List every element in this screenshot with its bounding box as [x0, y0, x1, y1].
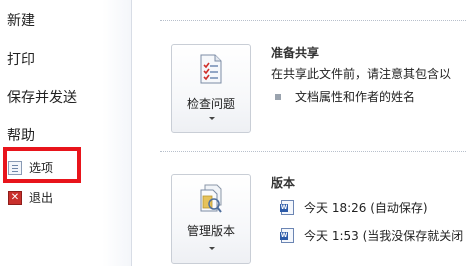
- nav-item-exit[interactable]: ✕ 退出: [8, 189, 53, 206]
- prepare-sharing-bullet: 文档属性和作者的姓名: [275, 88, 415, 105]
- exit-icon: ✕: [8, 190, 22, 205]
- versions-title: 版本: [271, 176, 296, 190]
- nav-item-help[interactable]: 帮助: [7, 125, 35, 145]
- bullet-icon: [275, 93, 281, 100]
- manage-versions-icon: [200, 184, 222, 213]
- nav-item-new[interactable]: 新建: [7, 10, 35, 30]
- prepare-sharing-title: 准备共享: [271, 46, 320, 60]
- version-item[interactable]: 今天 18:26 (自动保存): [280, 199, 428, 216]
- nav-item-print[interactable]: 打印: [7, 49, 35, 69]
- nav-item-exit-label: 退出: [29, 191, 54, 205]
- manage-versions-label: 管理版本: [186, 224, 235, 238]
- version-item-label: 今天 18:26 (自动保存): [304, 201, 428, 215]
- version-item-label: 今天 1:53 (当我没保存就关闭: [304, 229, 464, 243]
- inspect-document-label: 检查问题: [186, 97, 235, 111]
- prepare-sharing-description: 在共享此文件前，请注意其包含以: [271, 67, 452, 81]
- version-item[interactable]: 今天 1:53 (当我没保存就关闭: [280, 227, 464, 244]
- nav-item-save-send[interactable]: 保存并发送: [7, 87, 77, 107]
- chevron-down-icon: [209, 247, 215, 250]
- section-divider-top: [160, 20, 466, 21]
- options-highlight-box: [3, 147, 81, 183]
- manage-versions-button[interactable]: 管理版本: [171, 174, 251, 264]
- nav-divider: [131, 0, 132, 266]
- prepare-sharing-bullet-text: 文档属性和作者的姓名: [295, 90, 416, 104]
- word-document-icon: [280, 228, 294, 243]
- word-document-icon: [280, 200, 294, 215]
- section-divider-middle: [160, 151, 466, 152]
- inspect-document-button[interactable]: 检查问题: [171, 44, 251, 133]
- chevron-down-icon: [209, 117, 215, 120]
- inspect-document-icon: [200, 54, 222, 84]
